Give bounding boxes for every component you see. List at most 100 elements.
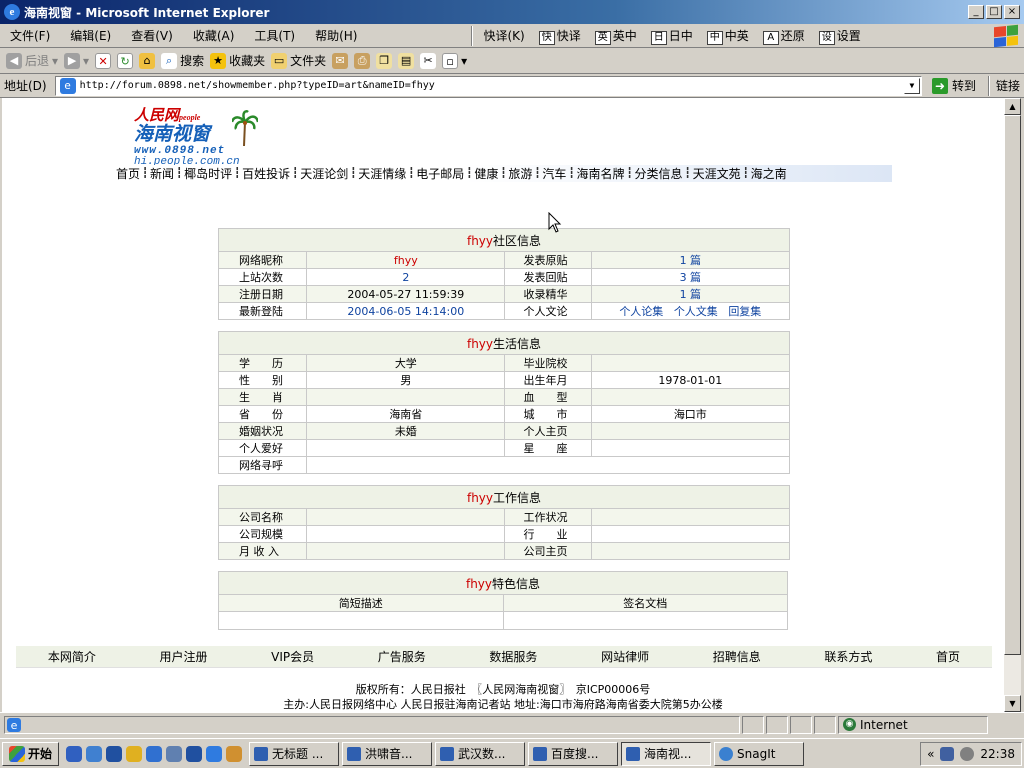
ql-doc-icon[interactable] xyxy=(186,745,203,762)
search-button[interactable]: ⌕ 搜索 xyxy=(161,52,204,69)
more-button[interactable]: ▫ ▾ xyxy=(442,52,467,69)
menu-tools[interactable]: 工具(T) xyxy=(244,27,305,44)
scroll-up-icon[interactable]: ▲ xyxy=(1004,98,1021,115)
vertical-scrollbar[interactable]: ▲ ▼ xyxy=(1004,98,1021,712)
nav-item[interactable]: 椰岛时评 xyxy=(182,165,234,182)
footer-nav-item[interactable]: 广告服务 xyxy=(378,648,426,665)
nav-item[interactable]: 天涯论剑 xyxy=(298,165,350,182)
ime-kuaiyi[interactable]: 快快译 xyxy=(538,27,581,45)
maximize-button[interactable]: □ xyxy=(986,5,1002,19)
ime-restore[interactable]: A 还原 xyxy=(762,27,805,45)
task-hongxiao[interactable]: 洪啸音... xyxy=(342,741,433,766)
ime-label[interactable]: 快译(K) xyxy=(483,27,524,44)
ime-zh-en[interactable]: 中中英 xyxy=(706,27,749,45)
menu-favorites[interactable]: 收藏(A) xyxy=(183,27,245,44)
life-value xyxy=(306,388,506,406)
scroll-down-icon[interactable]: ▼ xyxy=(1004,695,1021,712)
home-button[interactable]: ⌂ xyxy=(139,52,156,69)
ime-en-zh[interactable]: 英英中 xyxy=(594,27,637,45)
forward-button[interactable]: ▶ ▾ xyxy=(64,52,89,69)
nav-item[interactable]: 电子邮局 xyxy=(414,165,466,182)
task-snagit[interactable]: SnagIt xyxy=(714,741,805,766)
task-wuhan[interactable]: 武汉数... xyxy=(435,741,526,766)
nav-item[interactable]: 百姓投诉 xyxy=(240,165,292,182)
ql-warning-icon[interactable] xyxy=(126,745,143,762)
copy-icon: ❐ xyxy=(376,52,393,69)
work-label: 月 收 入 xyxy=(217,542,308,560)
ql-app-icon[interactable] xyxy=(166,745,183,762)
footer-nav-item[interactable]: 招聘信息 xyxy=(713,648,761,665)
life-value: 男 xyxy=(306,371,506,389)
site-logo[interactable]: 人民网people 海南视窗 www.0898.net hi.people.co… xyxy=(134,104,264,168)
links-button[interactable]: 链接 xyxy=(996,77,1020,94)
life-label: 出生年月 xyxy=(504,371,592,389)
ql-ie-icon[interactable] xyxy=(206,745,223,762)
work-value xyxy=(306,542,506,560)
ql-search-icon[interactable] xyxy=(66,745,83,762)
nav-item[interactable]: 汽车 xyxy=(540,165,568,182)
task-baidu[interactable]: 百度搜... xyxy=(528,741,619,766)
nav-item[interactable]: 分类信息 xyxy=(633,165,685,182)
nav-item[interactable]: 健康 xyxy=(472,165,500,182)
ql-refresh-icon[interactable] xyxy=(146,745,163,762)
address-dropdown-icon[interactable]: ▼ xyxy=(903,77,920,94)
start-button[interactable]: 开始 xyxy=(2,741,60,766)
life-value: 未婚 xyxy=(306,422,506,440)
task-hainan[interactable]: 海南视... xyxy=(621,741,712,766)
minimize-button[interactable]: _ xyxy=(968,5,984,19)
copy-button[interactable]: ❐ xyxy=(376,52,393,69)
nav-item[interactable]: 海南名牌 xyxy=(574,165,626,182)
scroll-thumb[interactable] xyxy=(1004,115,1021,655)
nav-item[interactable]: 首页 xyxy=(114,165,142,182)
link-personal-articles[interactable]: 个人文集 xyxy=(674,305,718,318)
footer-nav-item[interactable]: 首页 xyxy=(936,648,960,665)
cut-button[interactable]: ✂ xyxy=(420,52,437,69)
footer-nav-item[interactable]: 联系方式 xyxy=(824,648,872,665)
special-header: fhyy特色信息 xyxy=(218,571,788,595)
nav-item[interactable]: 海之南 xyxy=(749,165,789,182)
footer-nav-item[interactable]: 数据服务 xyxy=(489,648,537,665)
task-untitled[interactable]: 无标题 ... xyxy=(249,741,340,766)
nav-item[interactable]: 天涯文苑 xyxy=(691,165,743,182)
nav-item[interactable]: 天涯情缘 xyxy=(356,165,408,182)
folders-button[interactable]: ▭ 文件夹 xyxy=(271,52,326,69)
menu-edit[interactable]: 编辑(E) xyxy=(60,27,121,44)
link-personal-forum[interactable]: 个人论集 xyxy=(619,305,663,318)
ime-ja-zh[interactable]: 日日中 xyxy=(650,27,693,45)
label-signature: 签名文档 xyxy=(502,594,788,612)
mail-button[interactable]: ✉ xyxy=(332,52,349,69)
footer-nav-item[interactable]: 用户注册 xyxy=(159,648,207,665)
close-button[interactable]: × xyxy=(1004,5,1020,19)
window-titlebar[interactable]: e 海南视窗 - Microsoft Internet Explorer _ □… xyxy=(0,0,1024,24)
menu-view[interactable]: 查看(V) xyxy=(121,27,183,44)
paste-button[interactable]: ▤ xyxy=(398,52,415,69)
life-value xyxy=(590,422,791,440)
go-button[interactable]: ➜ 转到 xyxy=(926,77,982,94)
footer-nav: 本网简介 用户注册 VIP会员 广告服务 数据服务 网站律师 招聘信息 联系方式 首页 xyxy=(16,646,992,668)
ql-messenger-icon[interactable] xyxy=(86,745,103,762)
ime-settings[interactable]: 设设置 xyxy=(818,27,861,45)
refresh-button[interactable]: ↻ xyxy=(117,52,134,69)
tray-network-icon[interactable] xyxy=(940,747,955,761)
nav-item[interactable]: 旅游 xyxy=(506,165,534,182)
status-cell xyxy=(742,715,764,734)
life-label: 血 型 xyxy=(504,388,592,406)
footer-nav-item[interactable]: VIP会员 xyxy=(271,648,314,665)
work-value xyxy=(590,525,791,543)
ql-app2-icon[interactable] xyxy=(226,745,243,762)
link-replies[interactable]: 回复集 xyxy=(728,305,761,318)
print-button[interactable]: ⎙ xyxy=(354,52,371,69)
menu-file[interactable]: 文件(F) xyxy=(0,27,60,44)
footer-nav-item[interactable]: 网站律师 xyxy=(601,648,649,665)
menu-help[interactable]: 帮助(H) xyxy=(305,27,367,44)
stop-button[interactable]: ✕ xyxy=(95,52,112,69)
favorites-button[interactable]: ★ 收藏夹 xyxy=(210,52,265,69)
ql-media-icon[interactable] xyxy=(106,745,123,762)
address-input[interactable]: e http://forum.0898.net/showmember.php?t… xyxy=(54,75,922,96)
tray-expand-icon[interactable]: « xyxy=(927,747,934,761)
tray-volume-icon[interactable] xyxy=(960,747,975,761)
back-button[interactable]: ◀ 后退 ▾ xyxy=(6,52,58,69)
nav-item[interactable]: 新闻 xyxy=(148,165,176,182)
life-label: 性 别 xyxy=(217,371,308,389)
footer-nav-item[interactable]: 本网简介 xyxy=(48,648,96,665)
